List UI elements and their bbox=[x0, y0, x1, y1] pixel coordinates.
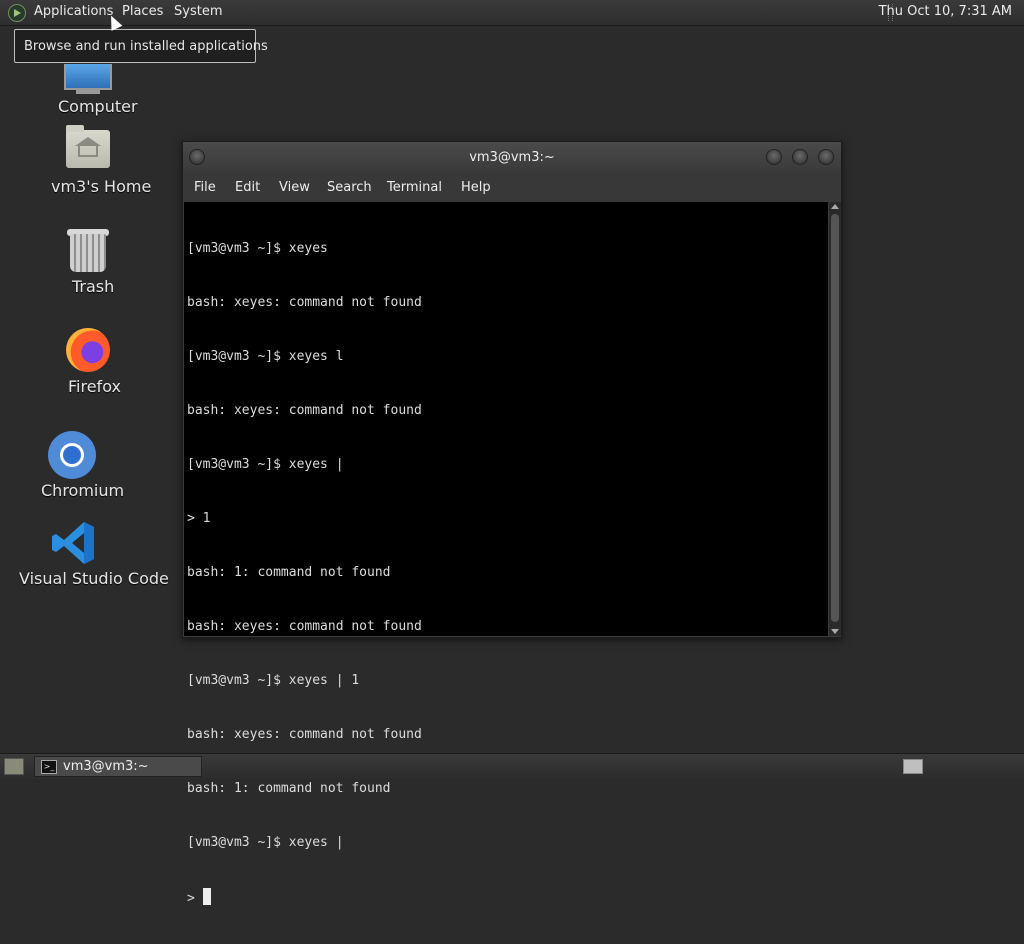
terminal-menubar: File Edit View Search Terminal Help bbox=[183, 172, 841, 202]
clock[interactable]: Thu Oct 10, 7:31 AM bbox=[879, 4, 1012, 19]
applications-tooltip: Browse and run installed applications bbox=[14, 29, 268, 63]
show-desktop-icon[interactable] bbox=[4, 758, 24, 775]
maximize-button[interactable] bbox=[792, 149, 808, 165]
scrollbar-thumb[interactable] bbox=[831, 214, 839, 622]
terminal-line: [vm3@vm3 ~]$ xeyes | bbox=[187, 457, 344, 472]
desktop-label-trash: Trash bbox=[72, 277, 115, 296]
menu-edit[interactable]: Edit bbox=[235, 180, 260, 195]
taskbar-label: vm3@vm3:~ bbox=[63, 759, 149, 774]
applications-logo-icon[interactable] bbox=[8, 4, 26, 22]
terminal-scrollbar[interactable] bbox=[829, 202, 841, 636]
menu-search[interactable]: Search bbox=[327, 180, 372, 195]
terminal-line: bash: xeyes: command not found bbox=[187, 295, 422, 310]
terminal-titlebar[interactable]: vm3@vm3:~ bbox=[183, 142, 841, 172]
close-button[interactable] bbox=[818, 149, 834, 165]
desktop-label-firefox: Firefox bbox=[68, 377, 121, 396]
desktop-label-computer: Computer bbox=[58, 97, 138, 116]
menu-view[interactable]: View bbox=[279, 180, 310, 195]
text-cursor bbox=[202, 888, 211, 905]
terminal-output[interactable]: [vm3@vm3 ~]$ xeyes bash: xeyes: command … bbox=[184, 202, 828, 906]
terminal-line: [vm3@vm3 ~]$ xeyes bbox=[187, 241, 328, 256]
terminal-title: vm3@vm3:~ bbox=[469, 150, 555, 165]
desktop-label-vscode: Visual Studio Code bbox=[19, 569, 169, 588]
terminal-line: > 1 bbox=[187, 511, 211, 526]
menu-help[interactable]: Help bbox=[461, 180, 491, 195]
terminal-prompt-line[interactable]: > bbox=[187, 888, 422, 908]
workspace-switcher[interactable] bbox=[903, 759, 923, 774]
terminal-line: bash: xeyes: command not found bbox=[187, 619, 422, 634]
terminal-line: [vm3@vm3 ~]$ xeyes | 1 bbox=[187, 673, 360, 688]
terminal-prompt: > bbox=[187, 891, 203, 906]
terminal-window[interactable]: vm3@vm3:~ File Edit View Search Terminal… bbox=[182, 141, 842, 906]
computer-stand-icon bbox=[76, 90, 100, 94]
terminal-line: bash: xeyes: command not found bbox=[187, 403, 422, 418]
scroll-down-icon[interactable] bbox=[831, 629, 839, 634]
terminal-line: [vm3@vm3 ~]$ xeyes l bbox=[187, 349, 344, 364]
terminal-lines: [vm3@vm3 ~]$ xeyes bash: xeyes: command … bbox=[187, 204, 422, 944]
vscode-icon bbox=[52, 522, 94, 564]
terminal-line: bash: 1: command not found bbox=[187, 565, 391, 580]
computer-icon bbox=[64, 64, 112, 90]
firefox-icon bbox=[66, 328, 110, 372]
taskbar-terminal-button[interactable]: >_ vm3@vm3:~ bbox=[34, 756, 202, 777]
menu-places[interactable]: Places bbox=[122, 4, 163, 19]
menu-system[interactable]: System bbox=[174, 4, 222, 19]
desktop-label-chromium: Chromium bbox=[41, 481, 125, 500]
chromium-icon bbox=[48, 431, 96, 479]
menu-file[interactable]: File bbox=[194, 180, 216, 195]
terminal-icon: >_ bbox=[41, 760, 57, 774]
trash-icon bbox=[70, 234, 106, 272]
desktop-label-home: vm3's Home bbox=[51, 177, 152, 196]
terminal-line: bash: xeyes: command not found bbox=[187, 727, 422, 742]
menu-applications[interactable]: Applications bbox=[34, 4, 113, 19]
terminal-line: bash: 1: command not found bbox=[187, 781, 391, 796]
top-panel: Applications Places System Thu Oct 10, 7… bbox=[0, 0, 1024, 26]
scroll-up-icon[interactable] bbox=[831, 204, 839, 209]
minimize-button[interactable] bbox=[766, 149, 782, 165]
menu-terminal[interactable]: Terminal bbox=[387, 180, 442, 195]
house-icon bbox=[78, 145, 98, 157]
terminal-line: [vm3@vm3 ~]$ xeyes | bbox=[187, 835, 344, 850]
bottom-panel: >_ vm3@vm3:~ bbox=[0, 753, 1024, 779]
